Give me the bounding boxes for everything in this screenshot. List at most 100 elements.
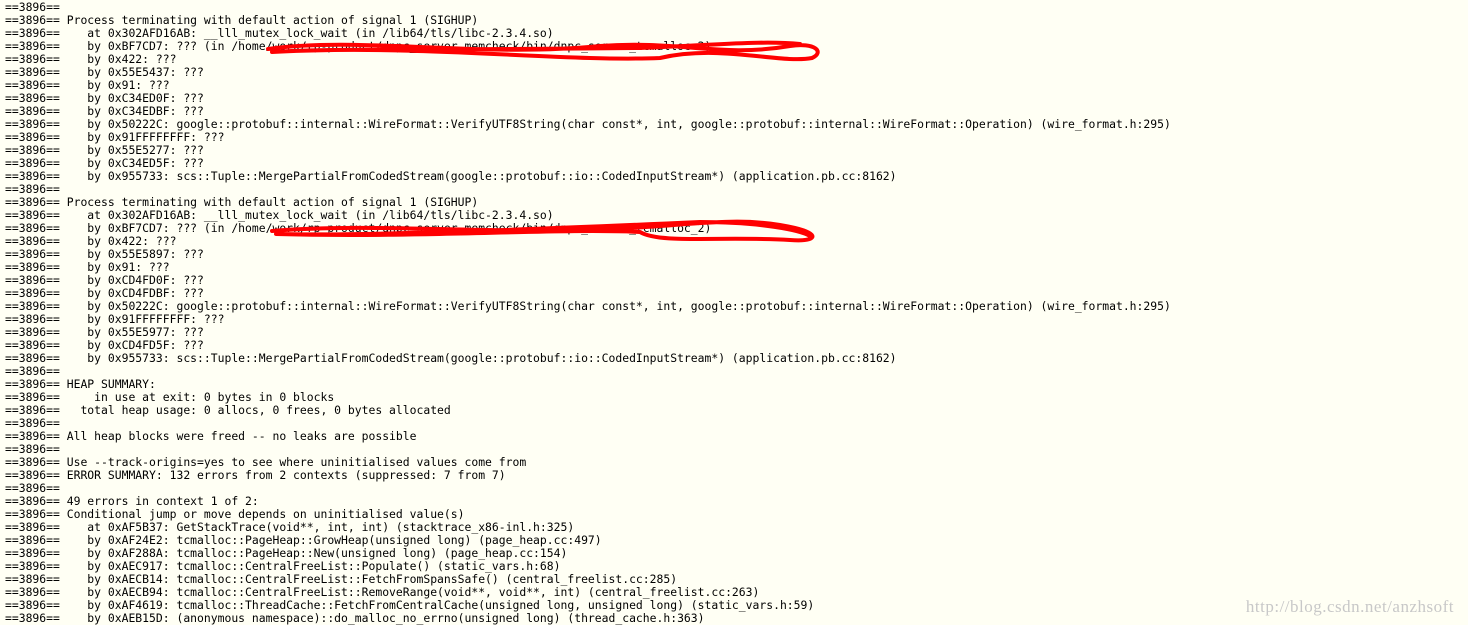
log-text: by 0x955733: scs::Tuple::MergePartialFro…: [59, 169, 897, 183]
log-text: by 0xC34ED0F: ???: [59, 91, 204, 105]
log-line: ==3896== by 0x55E5897: ???: [5, 248, 1468, 261]
log-line: ==3896== by 0x55E5977: ???: [5, 326, 1468, 339]
pid-prefix: ==3896==: [5, 78, 60, 92]
pid-prefix: ==3896==: [5, 611, 60, 625]
log-line: ==3896== by 0xC34ED0F: ???: [5, 92, 1468, 105]
log-text: by 0x91FFFFFFFF: ???: [59, 312, 225, 326]
log-text: by 0x91: ???: [59, 78, 170, 92]
log-text: by 0x55E5977: ???: [59, 325, 204, 339]
log-line: ==3896== by 0x955733: scs::Tuple::MergeP…: [5, 170, 1468, 183]
log-line: ==3896== by 0x91: ???: [5, 79, 1468, 92]
log-text: by 0x55E5277: ???: [59, 143, 204, 157]
log-text: by 0xCD4FD5F: ???: [59, 338, 204, 352]
pid-prefix: ==3896==: [5, 247, 60, 261]
pid-prefix: ==3896==: [5, 442, 60, 456]
log-text: by 0x50222C: google::protobuf::internal:…: [59, 117, 1171, 131]
log-line: ==3896== by 0x55E5437: ???: [5, 66, 1468, 79]
pid-prefix: ==3896==: [5, 273, 60, 287]
log-text: by 0xAECB94: tcmalloc::CentralFreeList::…: [59, 585, 760, 599]
log-line: ==3896== by 0xBF7CD7: ??? (in /home/work…: [5, 40, 1468, 53]
log-text: by 0x91: ???: [59, 260, 170, 274]
log-text: by 0xBF7CD7: ??? (in /home/work/rp-produ…: [59, 39, 712, 53]
pid-prefix: ==3896==: [5, 416, 60, 430]
log-text: by 0x50222C: google::protobuf::internal:…: [59, 299, 1171, 313]
log-text: by 0xAF288A: tcmalloc::PageHeap::New(uns…: [59, 546, 568, 560]
pid-prefix: ==3896==: [5, 91, 60, 105]
pid-prefix: ==3896==: [5, 429, 60, 443]
pid-prefix: ==3896==: [5, 143, 60, 157]
log-text: by 0xAF4619: tcmalloc::ThreadCache::Fetc…: [59, 598, 815, 612]
pid-prefix: ==3896==: [5, 182, 60, 196]
log-line: ==3896== by 0x55E5277: ???: [5, 144, 1468, 157]
log-line: ==3896== by 0x422: ???: [5, 53, 1468, 66]
pid-prefix: ==3896==: [5, 377, 60, 391]
pid-prefix: ==3896==: [5, 208, 60, 222]
pid-prefix: ==3896==: [5, 26, 60, 40]
log-text: by 0x91FFFFFFFF: ???: [59, 130, 225, 144]
terminal-output: ==3896== ==3896== Process terminating wit…: [0, 0, 1468, 625]
log-text: at 0x302AFD16AB: __lll_mutex_lock_wait (…: [59, 26, 554, 40]
log-text: Process terminating with default action …: [59, 13, 479, 27]
log-text: Use --track-origins=yes to see where uni…: [59, 455, 527, 469]
log-text: by 0xAEB15D: (anonymous namespace)::do_m…: [59, 611, 705, 625]
log-text: All heap blocks were freed -- no leaks a…: [59, 429, 417, 443]
pid-prefix: ==3896==: [5, 507, 60, 521]
log-line: ==3896== by 0x422: ???: [5, 235, 1468, 248]
log-line: ==3896==: [5, 365, 1468, 378]
pid-prefix: ==3896==: [5, 104, 60, 118]
log-line: ==3896== by 0x91: ???: [5, 261, 1468, 274]
log-text: by 0xAECB14: tcmalloc::CentralFreeList::…: [59, 572, 678, 586]
log-text: by 0xAF24E2: tcmalloc::PageHeap::GrowHea…: [59, 533, 602, 547]
log-line: ==3896== by 0x91FFFFFFFF: ???: [5, 313, 1468, 326]
pid-prefix: ==3896==: [5, 0, 60, 14]
pid-prefix: ==3896==: [5, 130, 60, 144]
pid-prefix: ==3896==: [5, 195, 60, 209]
log-line: ==3896== by 0xCD4FD0F: ???: [5, 274, 1468, 287]
pid-prefix: ==3896==: [5, 364, 60, 378]
pid-prefix: ==3896==: [5, 39, 60, 53]
pid-prefix: ==3896==: [5, 468, 60, 482]
log-text: by 0xC34EDBF: ???: [59, 104, 204, 118]
log-line: ==3896== ERROR SUMMARY: 132 errors from …: [5, 469, 1468, 482]
log-text: by 0xBF7CD7: ??? (in /home/work/rp-produ…: [59, 221, 712, 235]
log-text: at 0x302AFD16AB: __lll_mutex_lock_wait (…: [59, 208, 554, 222]
pid-prefix: ==3896==: [5, 312, 60, 326]
log-line: ==3896== by 0x91FFFFFFFF: ???: [5, 131, 1468, 144]
pid-prefix: ==3896==: [5, 494, 60, 508]
log-text: Conditional jump or move depends on unin…: [59, 507, 465, 521]
log-text: by 0xAEC917: tcmalloc::CentralFreeList::…: [59, 559, 561, 573]
pid-prefix: ==3896==: [5, 13, 60, 27]
log-text: at 0xAF5B37: GetStackTrace(void**, int, …: [59, 520, 575, 534]
pid-prefix: ==3896==: [5, 403, 60, 417]
pid-prefix: ==3896==: [5, 520, 60, 534]
pid-prefix: ==3896==: [5, 455, 60, 469]
pid-prefix: ==3896==: [5, 559, 60, 573]
pid-prefix: ==3896==: [5, 169, 60, 183]
pid-prefix: ==3896==: [5, 299, 60, 313]
pid-prefix: ==3896==: [5, 481, 60, 495]
log-text: by 0xCD4FD0F: ???: [59, 273, 204, 287]
log-text: Process terminating with default action …: [59, 195, 479, 209]
pid-prefix: ==3896==: [5, 117, 60, 131]
log-text: by 0x55E5897: ???: [59, 247, 204, 261]
pid-prefix: ==3896==: [5, 572, 60, 586]
log-line: ==3896== total heap usage: 0 allocs, 0 f…: [5, 404, 1468, 417]
pid-prefix: ==3896==: [5, 585, 60, 599]
log-text: 49 errors in context 1 of 2:: [59, 494, 259, 508]
pid-prefix: ==3896==: [5, 390, 60, 404]
pid-prefix: ==3896==: [5, 221, 60, 235]
log-line: ==3896== by 0x955733: scs::Tuple::MergeP…: [5, 352, 1468, 365]
watermark-text: http://blog.csdn.net/anzhsoft: [1245, 597, 1454, 616]
pid-prefix: ==3896==: [5, 286, 60, 300]
pid-prefix: ==3896==: [5, 65, 60, 79]
log-text: by 0xCD4FDBF: ???: [59, 286, 204, 300]
pid-prefix: ==3896==: [5, 338, 60, 352]
pid-prefix: ==3896==: [5, 234, 60, 248]
pid-prefix: ==3896==: [5, 156, 60, 170]
log-text: ERROR SUMMARY: 132 errors from 2 context…: [59, 468, 506, 482]
log-line: ==3896== by 0xBF7CD7: ??? (in /home/work…: [5, 222, 1468, 235]
log-line: ==3896== All heap blocks were freed -- n…: [5, 430, 1468, 443]
log-text: HEAP SUMMARY:: [59, 377, 156, 391]
pid-prefix: ==3896==: [5, 598, 60, 612]
log-text: by 0x955733: scs::Tuple::MergePartialFro…: [59, 351, 897, 365]
